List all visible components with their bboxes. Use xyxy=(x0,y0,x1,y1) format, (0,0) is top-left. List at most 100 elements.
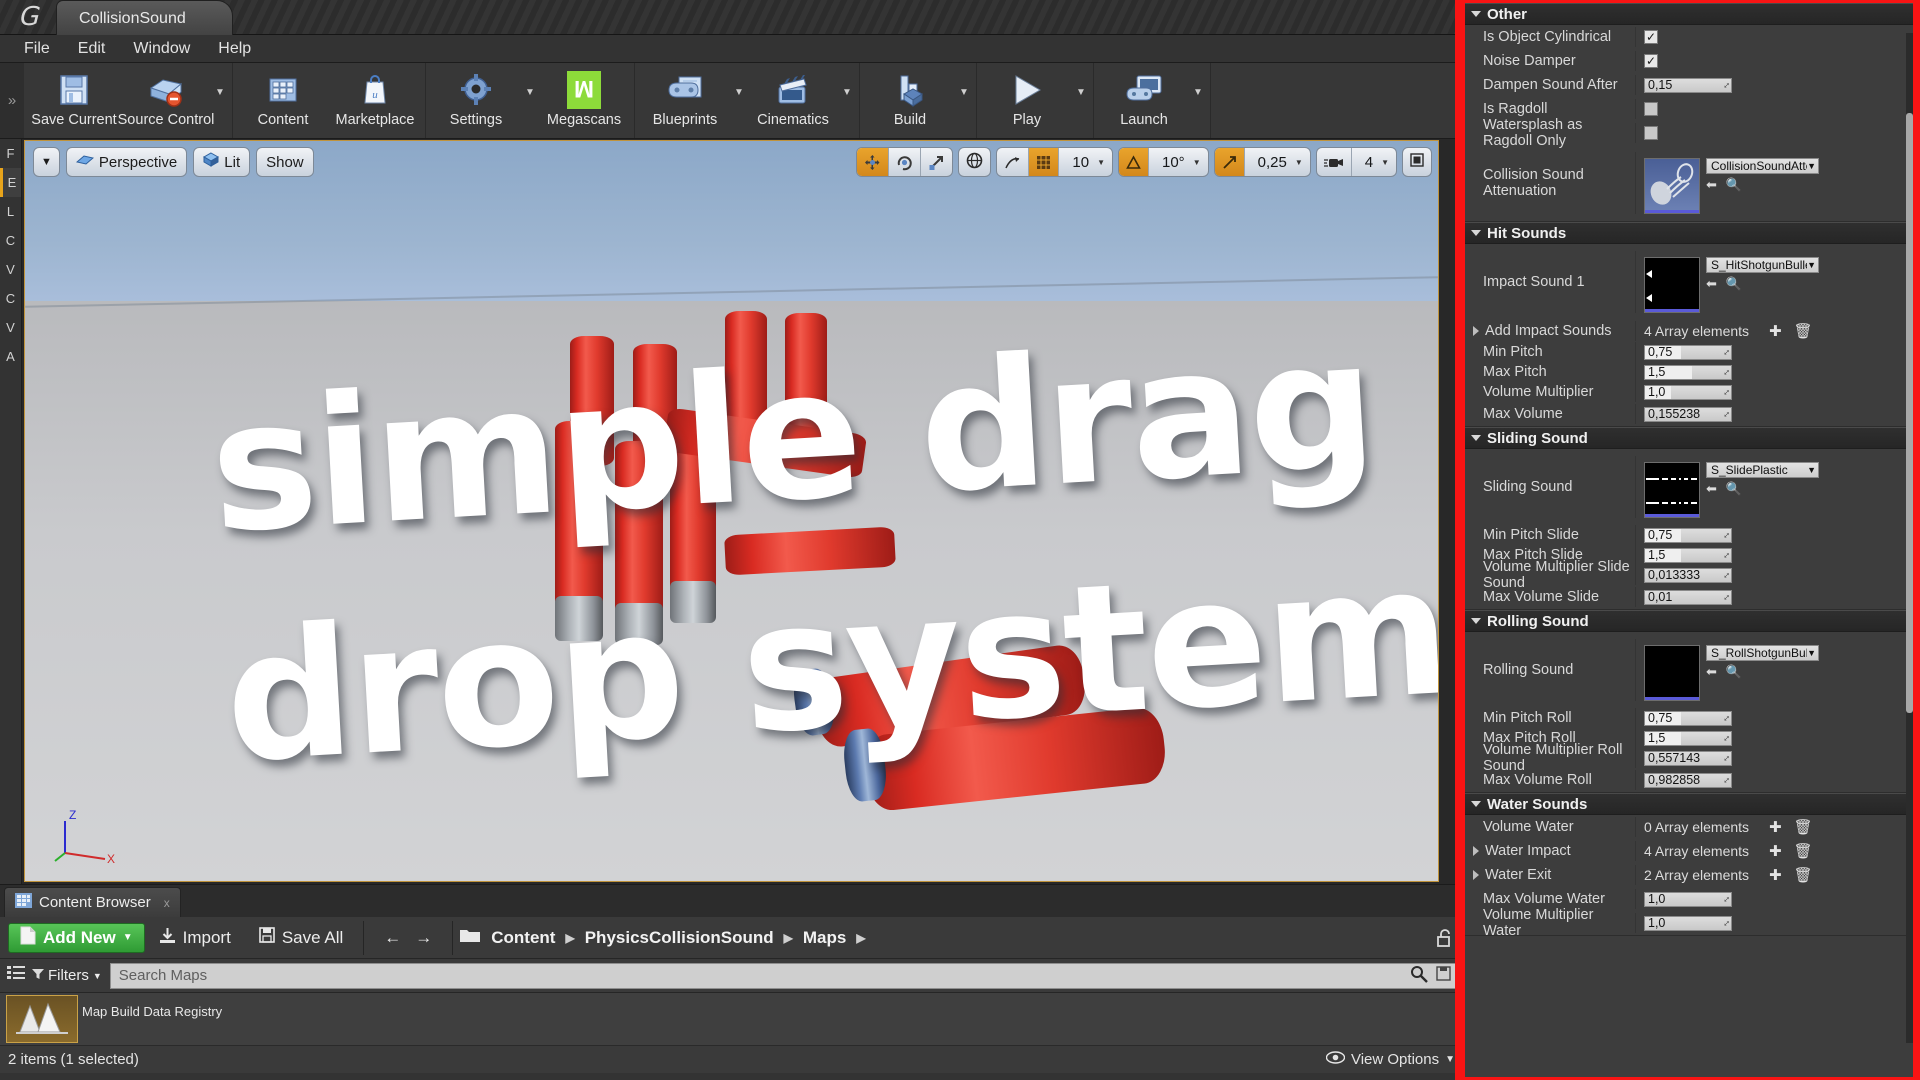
project-tab[interactable]: CollisionSound xyxy=(56,0,233,35)
view-mode-lit-button[interactable]: Lit xyxy=(193,147,251,177)
cinematics-caret-icon[interactable]: ▼ xyxy=(839,63,855,138)
spinner-icon[interactable]: ↕ xyxy=(1721,917,1732,928)
max-pitch-roll-input[interactable]: 1,5 ↕ xyxy=(1644,730,1732,746)
scale-snap-value[interactable]: 0,25 ▼ xyxy=(1245,148,1310,176)
watersplash-as-ragdoll-only-checkbox[interactable] xyxy=(1644,126,1658,140)
impact-sound-1-picker[interactable]: S_HitShotgunBullet ▼ xyxy=(1706,257,1819,273)
surface-snap-icon[interactable] xyxy=(997,148,1030,176)
is-object-cylindrical-checkbox[interactable]: ✓ xyxy=(1644,30,1658,44)
save-search-icon[interactable] xyxy=(1436,966,1451,985)
category-header-water-sounds[interactable]: Water Sounds xyxy=(1465,793,1913,815)
spinner-icon[interactable]: ↕ xyxy=(1721,549,1732,560)
category-header-other[interactable]: Other xyxy=(1465,3,1913,25)
spinner-icon[interactable]: ↕ xyxy=(1721,386,1732,397)
browse-icon[interactable]: 🔍 xyxy=(1726,664,1742,680)
rail-item-1[interactable]: E xyxy=(0,168,21,197)
world-space-toggle[interactable] xyxy=(958,147,992,177)
settings-button[interactable]: Settings xyxy=(430,63,522,138)
content-button[interactable]: Content xyxy=(237,63,329,138)
launch-caret-icon[interactable]: ▼ xyxy=(1190,63,1206,138)
expand-triangle-icon[interactable] xyxy=(1473,870,1479,880)
use-selected-icon[interactable]: ⬅ xyxy=(1706,177,1717,193)
search-icon[interactable] xyxy=(1410,965,1428,987)
category-header-rolling-sound[interactable]: Rolling Sound xyxy=(1465,610,1913,632)
view-options-button[interactable]: View Options ▼ xyxy=(1325,1051,1455,1068)
spinner-icon[interactable]: ↕ xyxy=(1721,408,1732,419)
tab-content-browser[interactable]: Content Browser x xyxy=(4,887,181,917)
view-perspective-button[interactable]: Perspective xyxy=(65,147,188,177)
scale-gizmo-icon[interactable] xyxy=(921,148,952,176)
level-viewport[interactable]: simple drag and drop system ▼ Perspectiv… xyxy=(24,140,1439,882)
attenuation-thumb[interactable] xyxy=(1644,158,1700,214)
rail-item-6[interactable]: V xyxy=(0,313,21,342)
marketplace-button[interactable]: u Marketplace xyxy=(329,63,421,138)
source-control-caret-icon[interactable]: ▼ xyxy=(212,63,228,138)
max-volume-roll-input[interactable]: 0,982858 ↕ xyxy=(1644,772,1732,788)
max-pitch-input[interactable]: 1,5 ↕ xyxy=(1644,364,1732,380)
max-volume-input[interactable]: 0,155238 ↕ xyxy=(1644,406,1732,422)
black-thumb[interactable] xyxy=(1644,645,1700,701)
spinner-icon[interactable]: ↕ xyxy=(1721,893,1732,904)
menu-file[interactable]: File xyxy=(10,38,64,60)
show-flags-button[interactable]: Show xyxy=(256,147,314,177)
grid-snap-value[interactable]: 10 ▼ xyxy=(1059,148,1112,176)
maximize-viewport-button[interactable] xyxy=(1402,147,1432,177)
volume-multiplier-slide-sound-input[interactable]: 0,013333 ↕ xyxy=(1644,567,1732,583)
rotation-snap-toggle[interactable] xyxy=(1119,148,1149,176)
max-volume-slide-input[interactable]: 0,01 ↕ xyxy=(1644,589,1732,605)
sliding-sound-picker[interactable]: S_SlidePlastic ▼ xyxy=(1706,462,1819,478)
volume-multiplier-water-input[interactable]: 1,0 ↕ xyxy=(1644,915,1732,931)
settings-caret-icon[interactable]: ▼ xyxy=(522,63,538,138)
browse-icon[interactable]: 🔍 xyxy=(1726,481,1742,497)
nav-forward-button[interactable]: → xyxy=(415,923,446,953)
category-header-sliding-sound[interactable]: Sliding Sound xyxy=(1465,427,1913,449)
rail-item-2[interactable]: L xyxy=(0,197,21,226)
spinner-icon[interactable]: ↕ xyxy=(1721,529,1732,540)
camera-speed-icon[interactable] xyxy=(1317,148,1352,176)
save-current-button[interactable]: Save Current xyxy=(28,63,120,138)
waveform-thumb[interactable] xyxy=(1644,257,1700,313)
rail-item-0[interactable]: F xyxy=(0,139,21,168)
camera-speed-value[interactable]: 4 ▼ xyxy=(1352,148,1396,176)
spinner-icon[interactable]: ↕ xyxy=(1721,79,1732,90)
breadcrumb-item-physicscollisionsound[interactable]: PhysicsCollisionSound xyxy=(585,928,774,948)
build-caret-icon[interactable]: ▼ xyxy=(956,63,972,138)
volume-multiplier-roll-sound-input[interactable]: 0,557143 ↕ xyxy=(1644,750,1732,766)
asset-thumbnail[interactable] xyxy=(6,995,78,1043)
use-selected-icon[interactable]: ⬅ xyxy=(1706,481,1717,497)
dampen-sound-after-input[interactable]: 0,15 ↕ xyxy=(1644,77,1732,93)
spinner-icon[interactable]: ↕ xyxy=(1721,732,1732,743)
details-panel[interactable]: Other Is Object Cylindrical ✓ Noise Damp… xyxy=(1465,3,1913,1077)
delete-elements-icon[interactable]: 🗑 xyxy=(1794,818,1813,836)
spinner-icon[interactable]: ↕ xyxy=(1721,712,1732,723)
use-selected-icon[interactable]: ⬅ xyxy=(1706,276,1717,292)
max-pitch-slide-input[interactable]: 1,5 ↕ xyxy=(1644,547,1732,563)
rail-item-7[interactable]: A xyxy=(0,342,21,371)
add-element-icon[interactable]: ✚ xyxy=(1769,322,1782,340)
is-ragdoll-checkbox[interactable] xyxy=(1644,102,1658,116)
import-button[interactable]: Import xyxy=(145,923,245,953)
blueprints-button[interactable]: Blueprints xyxy=(639,63,731,138)
rolling-sound-picker[interactable]: S_RollShotgunBulletOnV ▼ xyxy=(1706,645,1819,661)
breadcrumb-item-maps[interactable]: Maps xyxy=(803,928,846,948)
play-caret-icon[interactable]: ▼ xyxy=(1073,63,1089,138)
filters-button[interactable]: Filters ▼ xyxy=(32,967,102,984)
spinner-icon[interactable]: ↕ xyxy=(1721,774,1732,785)
collision-sound-attenuation-picker[interactable]: CollisionSoundAttenuati ▼ xyxy=(1706,158,1819,174)
add-new-button[interactable]: Add New ▼ xyxy=(8,922,145,953)
delete-elements-icon[interactable]: 🗑 xyxy=(1794,866,1813,884)
details-scrollbar-thumb[interactable] xyxy=(1906,113,1913,713)
menu-help[interactable]: Help xyxy=(204,38,265,60)
volume-multiplier-input[interactable]: 1,0 ↕ xyxy=(1644,384,1732,400)
save-all-button[interactable]: Save All xyxy=(245,923,357,953)
min-pitch-input[interactable]: 0,75 ↕ xyxy=(1644,344,1732,360)
search-input[interactable]: Search Maps xyxy=(109,962,1457,989)
spinner-icon[interactable]: ↕ xyxy=(1721,366,1732,377)
blueprints-caret-icon[interactable]: ▼ xyxy=(731,63,747,138)
lock-icon[interactable] xyxy=(1436,928,1453,947)
expand-triangle-icon[interactable] xyxy=(1473,846,1479,856)
add-element-icon[interactable]: ✚ xyxy=(1769,818,1782,836)
toolbar-grip[interactable]: » xyxy=(0,63,24,138)
min-pitch-roll-input[interactable]: 0,75 ↕ xyxy=(1644,710,1732,726)
grid-snap-toggle[interactable] xyxy=(1029,148,1060,176)
